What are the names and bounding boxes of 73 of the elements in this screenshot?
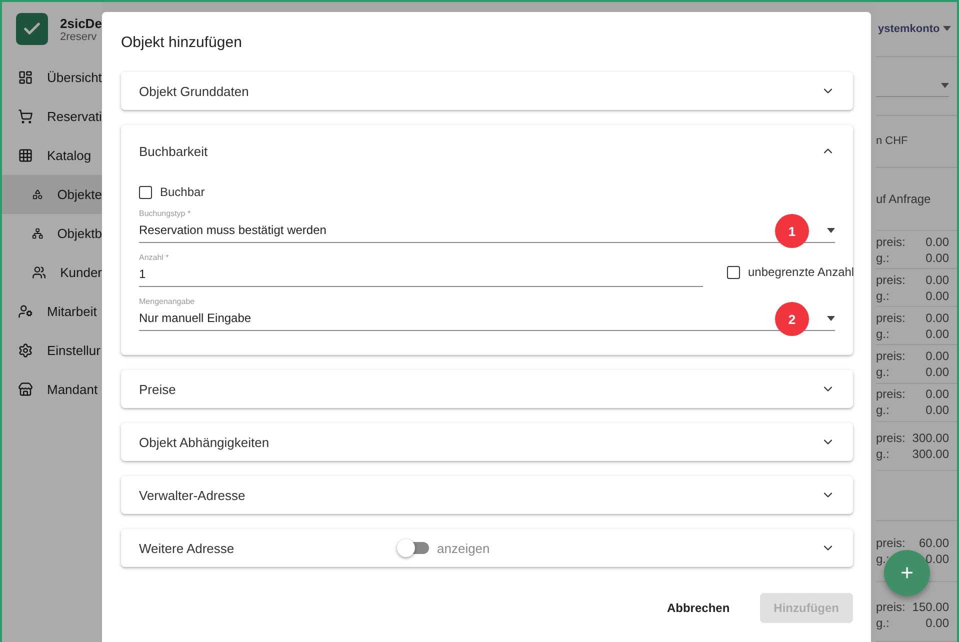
sidebar-item[interactable]: Reservati [2, 97, 102, 136]
price-value: 0.00 [926, 288, 949, 303]
hierarchy-icon [32, 226, 44, 241]
toggle-switch[interactable] [399, 542, 429, 554]
input-field[interactable]: Anzahl * 1 [139, 253, 703, 287]
column-header: n CHF [876, 135, 908, 148]
price-value: 0.00 [926, 310, 949, 325]
app-subtitle: 2reserv [60, 30, 98, 42]
price-value: 0.00 [926, 616, 949, 630]
accordion-header[interactable]: Objekt Abhängigkeiten [121, 423, 853, 461]
price-value: 0.00 [926, 387, 949, 402]
select-field[interactable]: Mengenangabe Nur manuell Eingabe 2 [139, 297, 835, 331]
accordion-header[interactable]: Buchbarkeit [121, 125, 853, 177]
toggle-label: anzeigen [437, 540, 490, 556]
price-value: 300.00 [912, 431, 949, 446]
number-badge: 1 [775, 214, 809, 248]
price-value: 0.00 [926, 250, 949, 265]
sidebar-item[interactable]: Einstellur [2, 331, 102, 370]
price-value: 150.00 [912, 600, 949, 614]
price-label: g.: [876, 250, 890, 265]
price-value: 0.00 [926, 326, 949, 341]
unlimited-checkbox[interactable]: unbegrenzte Anzahl [727, 265, 854, 279]
accordion-header[interactable]: Preise [121, 370, 853, 408]
user-gear-icon [18, 304, 33, 319]
price-value: 0.00 [926, 234, 949, 249]
price-value: 0.00 [926, 272, 949, 287]
accordion-header[interactable]: Objekt Grunddaten [121, 72, 853, 110]
dialog-title: Objekt hinzufügen [121, 32, 243, 52]
grid-icon [18, 148, 33, 163]
sidebar-item[interactable]: Kunder [2, 253, 102, 292]
price-label: g.: [876, 403, 890, 418]
price-value: 300.00 [912, 447, 949, 462]
shapes-icon [32, 187, 44, 202]
price-value: 0.00 [926, 349, 949, 364]
price-label: preis: [876, 387, 906, 402]
accordion-header[interactable]: Verwalter-Adresse [121, 476, 853, 514]
store-icon [18, 382, 33, 397]
accordion-header[interactable]: Weitere Adresse anzeigen [121, 529, 853, 567]
price-label: preis: [876, 310, 906, 325]
app-logo [16, 13, 48, 45]
price-label: preis: [876, 431, 906, 446]
dialog-button[interactable]: Abbrechen [652, 593, 744, 623]
people-icon [32, 265, 46, 280]
price-label: g.: [876, 288, 890, 303]
price-label: g.: [876, 447, 890, 462]
dropdown-caret-icon [827, 228, 835, 232]
sidebar-item[interactable]: Objektb [2, 214, 102, 253]
app-name: 2sicDe [60, 16, 102, 30]
sidebar-item[interactable]: Mitarbeit [2, 292, 102, 331]
dropdown-caret-icon [827, 316, 835, 320]
dashboard-icon [18, 70, 33, 85]
number-badge: 2 [775, 302, 809, 336]
buchbar-checkbox[interactable]: Buchbar [139, 185, 835, 199]
price-label: g.: [876, 326, 890, 341]
price-label: preis: [876, 536, 906, 550]
table-cell: uf Anfrage [876, 192, 931, 206]
settings-icon [18, 343, 33, 358]
price-label: preis: [876, 272, 906, 287]
sidebar-item[interactable]: Übersicht [2, 58, 102, 97]
price-value: 0.00 [926, 403, 949, 418]
sidebar-item[interactable]: Mandant [2, 370, 102, 409]
price-value: 0.00 [926, 365, 949, 380]
price-label: preis: [876, 349, 906, 364]
price-label: preis: [876, 600, 906, 614]
price-value: 60.00 [918, 536, 949, 550]
select-field[interactable]: Buchungstyp * Reservation muss bestätigt werden 1 [139, 209, 835, 243]
sidebar-item[interactable]: Katalog [2, 136, 102, 175]
price-label: preis: [876, 234, 906, 249]
price-label: g.: [876, 616, 890, 630]
sidebar-item[interactable]: Objekte [2, 175, 102, 214]
account-menu[interactable]: ystemkonto [876, 2, 957, 57]
cart-icon [18, 109, 33, 124]
price-label: g.: [876, 365, 890, 380]
